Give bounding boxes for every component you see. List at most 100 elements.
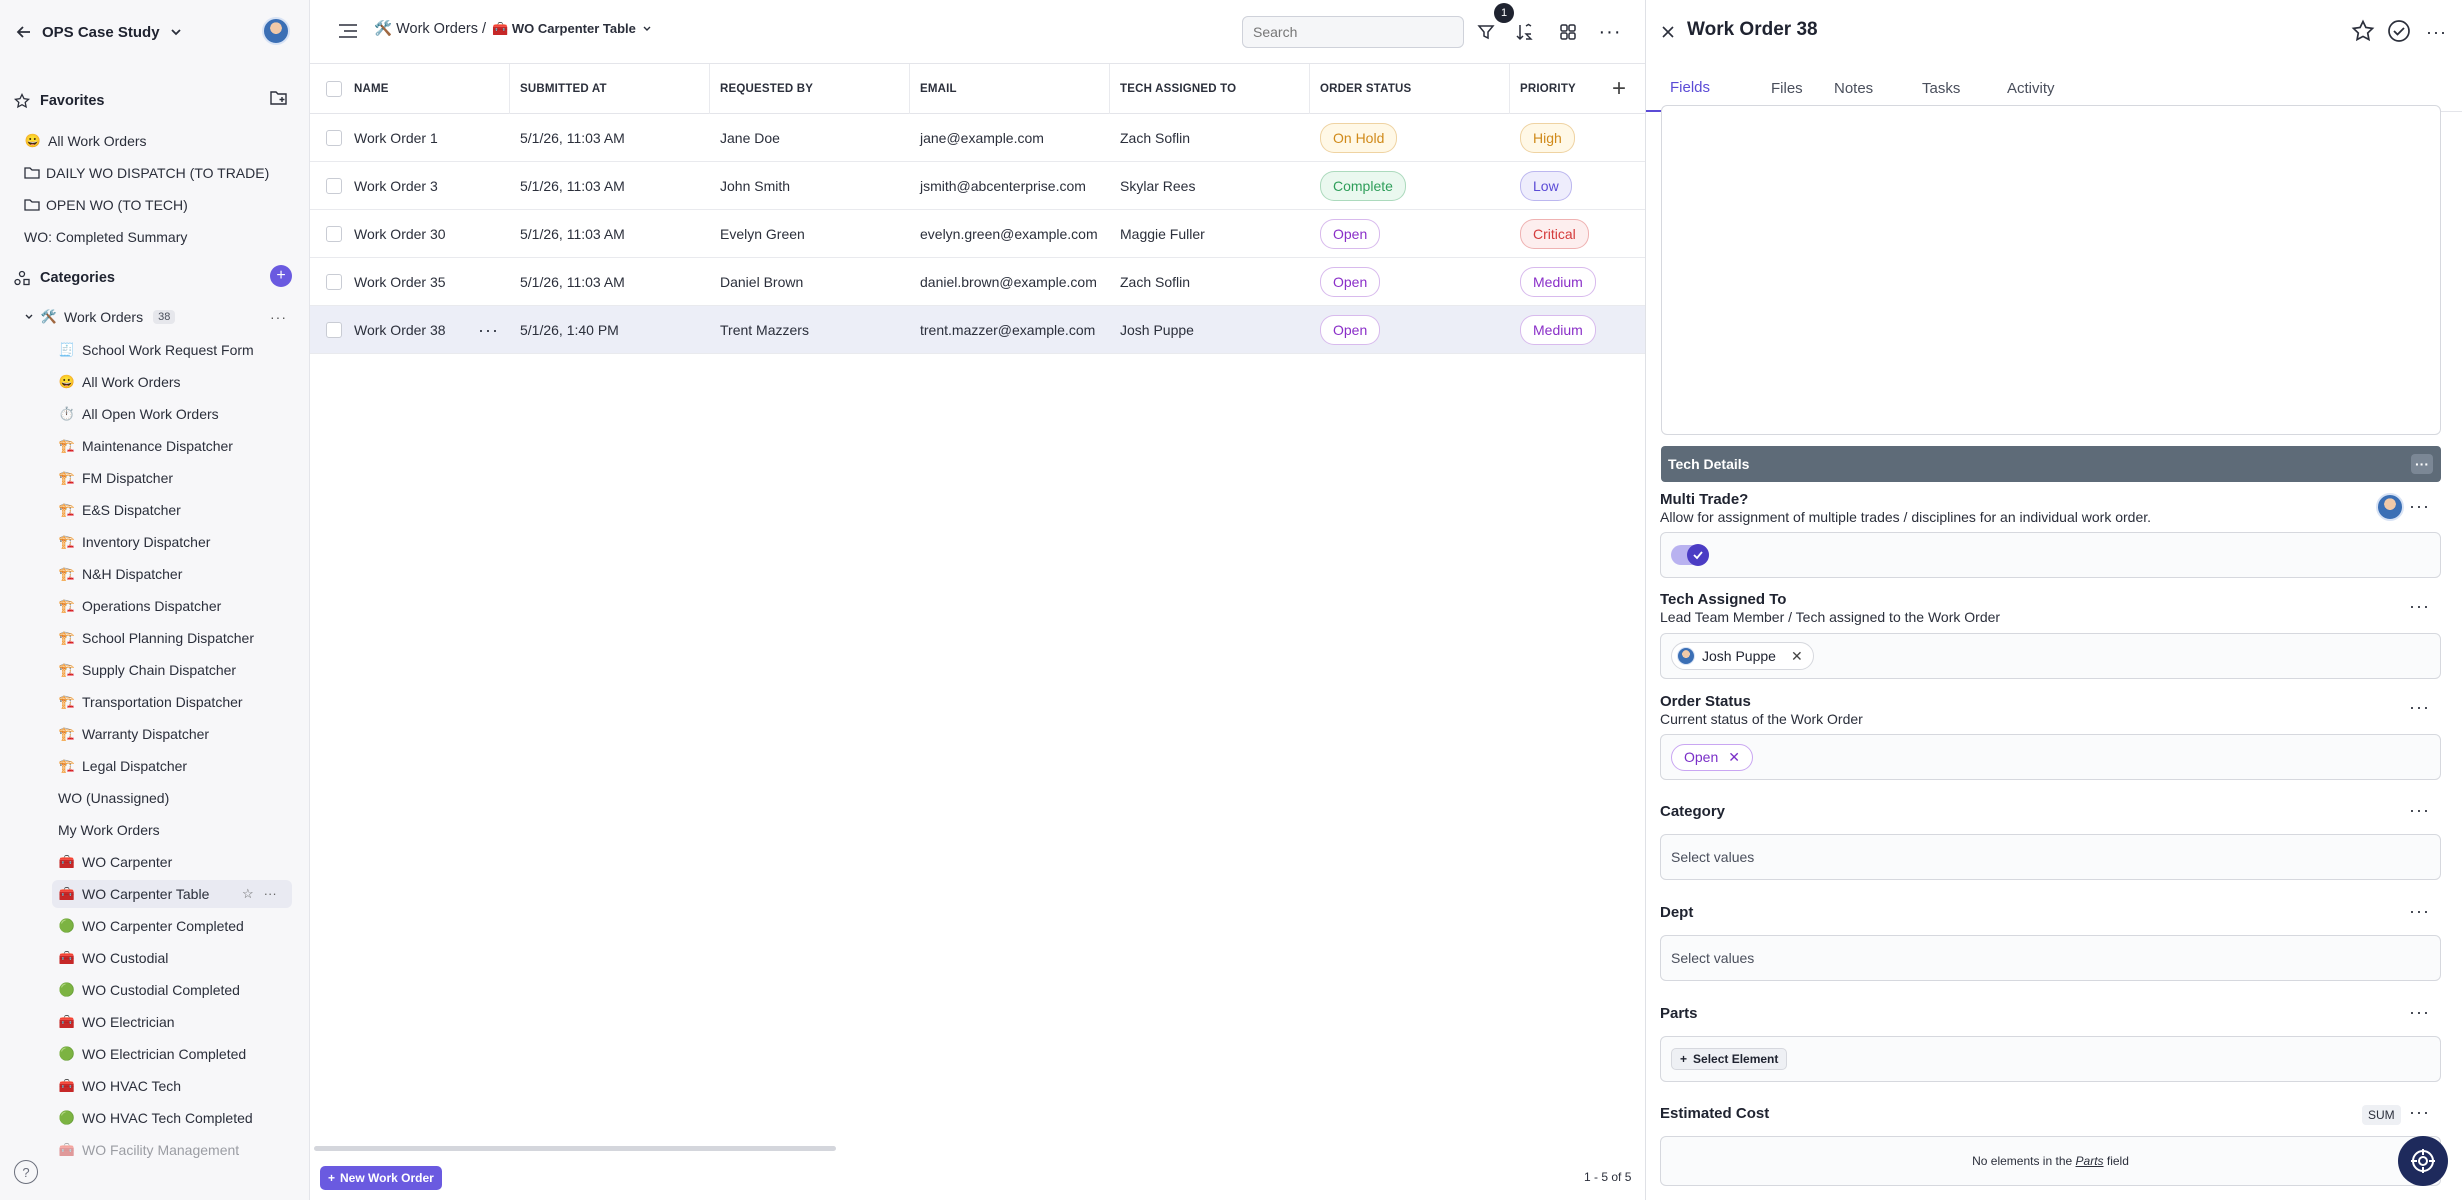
table-row[interactable]: Work Order 35 5/1/26, 11:03 AM Daniel Brow… (310, 258, 1645, 306)
more-options-icon[interactable]: ··· (2426, 22, 2447, 43)
priority-pill[interactable]: High (1520, 123, 1575, 153)
row-more-icon[interactable]: ··· (478, 320, 499, 341)
tech-assigned-field[interactable]: Josh Puppe ✕ (1660, 633, 2441, 679)
sidebar-item-school-planning-dispatcher[interactable]: 🏗️ School Planning Dispatcher (58, 624, 254, 652)
select-all-checkbox[interactable] (326, 81, 342, 97)
cell-email[interactable]: evelyn.green@example.com (920, 226, 1098, 242)
sidebar-item-wo-hvac-tech[interactable]: 🧰 WO HVAC Tech (58, 1072, 181, 1100)
remove-icon[interactable]: ✕ (1791, 648, 1803, 665)
table-row[interactable]: Work Order 38 ··· 5/1/26, 1:40 PM Trent Maz… (310, 306, 1645, 354)
table-row[interactable]: Work Order 1 5/1/26, 11:03 AM Jane Doe jane… (310, 114, 1645, 162)
priority-pill[interactable]: Medium (1520, 315, 1596, 345)
sidebar-item-inventory-dispatcher[interactable]: 🏗️ Inventory Dispatcher (58, 528, 211, 556)
sidebar-item-school-work-request-form[interactable]: 🧾 School Work Request Form (58, 336, 254, 364)
sidebar-item-fm-dispatcher[interactable]: 🏗️ FM Dispatcher (58, 464, 173, 492)
close-icon[interactable] (1661, 25, 1675, 39)
status-chip[interactable]: Open ✕ (1671, 743, 1753, 771)
priority-pill[interactable]: Low (1520, 171, 1572, 201)
aggregation-badge[interactable]: SUM (2362, 1105, 2401, 1125)
sidebar-item-wo-carpenter-table[interactable]: 🧰 WO Carpenter Table ☆ ··· (52, 880, 292, 908)
fav-completed-summary[interactable]: WO: Completed Summary (24, 223, 187, 251)
sidebar-item-wo-carpenter-completed[interactable]: 🟢 WO Carpenter Completed (58, 912, 244, 940)
field-more-icon[interactable]: ··· (2409, 901, 2430, 922)
table-row[interactable]: Work Order 30 5/1/26, 11:03 AM Evelyn Gree… (310, 210, 1645, 258)
cell-email[interactable]: daniel.brown@example.com (920, 274, 1097, 290)
user-chip[interactable]: Josh Puppe ✕ (1671, 642, 1814, 670)
sidebar-item-e-s-dispatcher[interactable]: 🏗️ E&S Dispatcher (58, 496, 181, 524)
sidebar-item-wo-electrician-completed[interactable]: 🟢 WO Electrician Completed (58, 1040, 246, 1068)
sidebar-item-my-work-orders[interactable]: My Work Orders (58, 816, 160, 844)
item-more-icon[interactable]: ··· (264, 886, 277, 902)
multi-trade-toggle[interactable] (1671, 544, 1709, 566)
status-pill[interactable]: Open (1320, 219, 1381, 249)
table-row[interactable]: Work Order 3 5/1/26, 11:03 AM John Smith js… (310, 162, 1645, 210)
status-pill[interactable]: On Hold (1320, 123, 1398, 153)
horizontal-scrollbar[interactable] (314, 1146, 836, 1151)
field-more-icon[interactable]: ··· (2409, 596, 2430, 617)
status-pill[interactable]: Complete (1320, 171, 1406, 201)
cell-name[interactable]: Work Order 3 (354, 178, 438, 194)
chevron-down-icon[interactable] (24, 312, 34, 322)
user-avatar[interactable] (262, 17, 290, 45)
workspace-name[interactable]: OPS Case Study (42, 24, 160, 41)
chevron-down-icon[interactable] (642, 24, 652, 34)
sidebar-item-wo-facility-management[interactable]: 🧰 WO Facility Management (58, 1136, 239, 1164)
select-element-button[interactable]: + Select Element (1671, 1048, 1788, 1070)
search-input[interactable]: Search (1242, 16, 1464, 48)
back-arrow-icon[interactable] (16, 24, 32, 40)
sidebar-item-all-open-work-orders[interactable]: ⏱️ All Open Work Orders (58, 400, 219, 428)
field-more-icon[interactable]: ··· (2409, 1002, 2430, 1023)
status-pill[interactable]: Open (1320, 315, 1381, 345)
assistant-button[interactable] (2398, 1136, 2448, 1186)
sidebar-item-warranty-dispatcher[interactable]: 🏗️ Warranty Dispatcher (58, 720, 209, 748)
status-pill[interactable]: Open (1320, 267, 1381, 297)
sidebar-item-all-work-orders[interactable]: 😀 All Work Orders (58, 368, 181, 396)
cell-name[interactable]: Work Order 38 (354, 322, 446, 338)
add-column-button[interactable]: + (1605, 75, 1633, 103)
priority-pill[interactable]: Medium (1520, 267, 1596, 297)
field-more-icon[interactable]: ··· (2409, 1102, 2430, 1123)
sidebar-item-supply-chain-dispatcher[interactable]: 🏗️ Supply Chain Dispatcher (58, 656, 236, 684)
favorite-star-icon[interactable]: ☆ (242, 886, 254, 902)
cell-name[interactable]: Work Order 1 (354, 130, 438, 146)
remove-icon[interactable]: ✕ (1728, 749, 1740, 766)
check-circle-icon[interactable] (2387, 19, 2411, 43)
column-requested-by[interactable]: REQUESTED BY (710, 64, 910, 114)
fav-daily-wo-dispatch[interactable]: DAILY WO DISPATCH (TO TRADE) (24, 159, 269, 187)
sidebar-item-wo-custodial[interactable]: 🧰 WO Custodial (58, 944, 168, 972)
row-checkbox[interactable] (326, 322, 342, 338)
cell-email[interactable]: jane@example.com (920, 130, 1044, 146)
new-work-order-button[interactable]: + New Work Order (320, 1166, 442, 1190)
fav-all-work-orders[interactable]: 😀 All Work Orders (24, 127, 147, 155)
breadcrumb-current[interactable]: 🧰 WO Carpenter Table (492, 21, 636, 37)
row-checkbox[interactable] (326, 130, 342, 146)
order-status-field[interactable]: Open ✕ (1660, 734, 2441, 780)
favorites-header[interactable]: Favorites (14, 88, 104, 114)
cell-email[interactable]: trent.mazzer@example.com (920, 322, 1095, 338)
field-more-icon[interactable]: ··· (2409, 496, 2430, 517)
parts-field-link[interactable]: Parts (2076, 1154, 2104, 1168)
sidebar-item-legal-dispatcher[interactable]: 🏗️ Legal Dispatcher (58, 752, 187, 780)
sidebar-item-wo-unassigned[interactable]: WO (Unassigned) (58, 784, 169, 812)
column-tech-assigned[interactable]: TECH ASSIGNED TO (1110, 64, 1310, 114)
breadcrumb-root[interactable]: 🛠️ Work Orders / (374, 20, 486, 37)
field-owner-avatar[interactable] (2376, 493, 2404, 521)
categories-header[interactable]: Categories (14, 265, 115, 291)
new-folder-icon[interactable] (270, 90, 288, 106)
favorite-star-icon[interactable] (2351, 19, 2375, 43)
cell-name[interactable]: Work Order 30 (354, 226, 446, 242)
sidebar-item-wo-electrician[interactable]: 🧰 WO Electrician (58, 1008, 175, 1036)
sidebar-item-transportation-dispatcher[interactable]: 🏗️ Transportation Dispatcher (58, 688, 243, 716)
cell-name[interactable]: Work Order 35 (354, 274, 446, 290)
add-category-button[interactable]: + (270, 265, 292, 287)
dept-field[interactable]: Select values (1660, 935, 2441, 981)
column-email[interactable]: EMAIL (910, 64, 1110, 114)
collapse-sidebar-icon[interactable] (338, 23, 358, 39)
row-checkbox[interactable] (326, 178, 342, 194)
cell-email[interactable]: jsmith@abcenterprise.com (920, 178, 1086, 194)
column-submitted-at[interactable]: SUBMITTED AT (510, 64, 710, 114)
row-checkbox[interactable] (326, 274, 342, 290)
column-name[interactable]: NAME (310, 64, 510, 114)
workspace-switcher[interactable]: OPS Case Study (16, 16, 182, 48)
sidebar-item-maintenance-dispatcher[interactable]: 🏗️ Maintenance Dispatcher (58, 432, 233, 460)
